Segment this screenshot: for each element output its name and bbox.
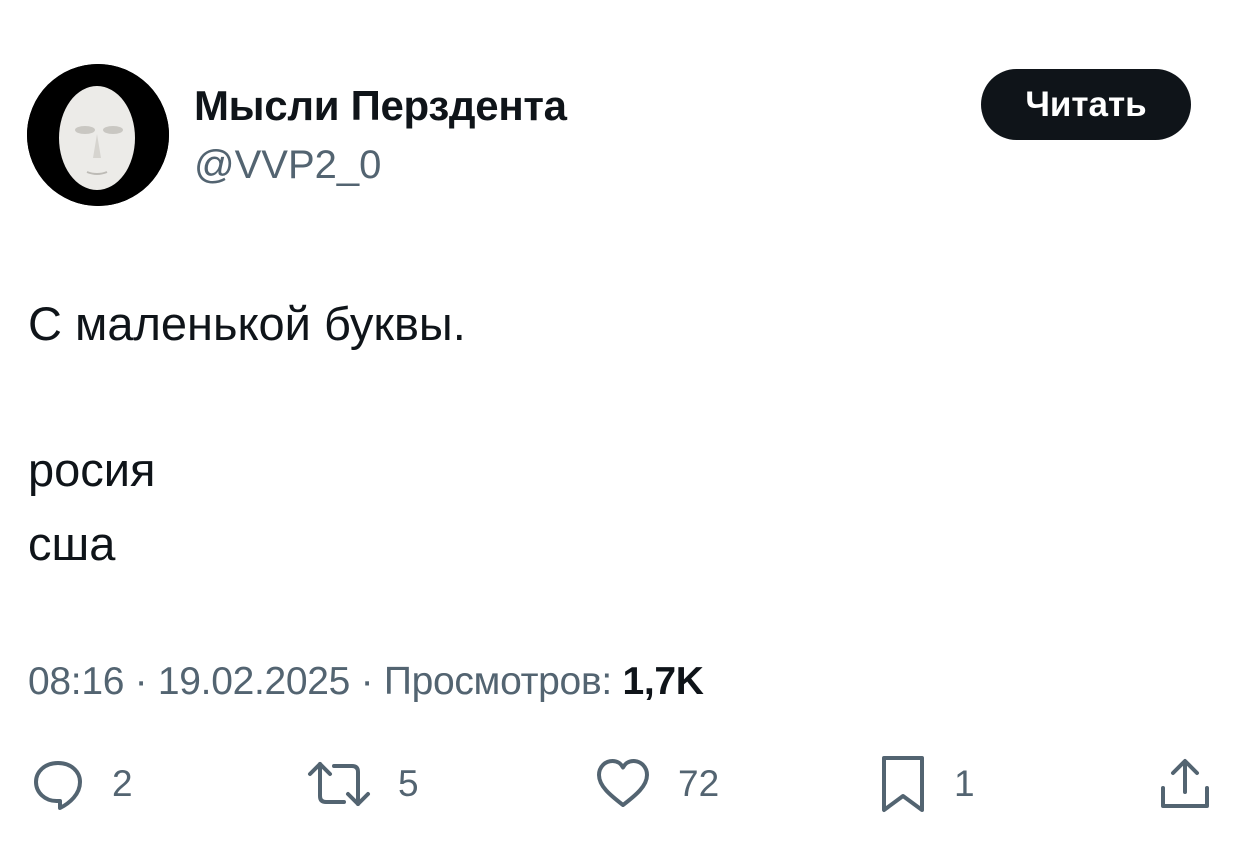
repost-count: 5: [398, 763, 419, 804]
tweet-text-line-2: росия: [28, 443, 156, 496]
tweet-text-line-1: С маленькой буквы.: [28, 297, 466, 350]
avatar[interactable]: [27, 64, 169, 206]
meta-separator: ·: [124, 660, 158, 703]
like-count: 72: [678, 763, 720, 804]
share-upload-icon: [1161, 759, 1209, 808]
follow-button[interactable]: Читать: [981, 69, 1191, 140]
face-mask-image: [27, 64, 169, 206]
author-name[interactable]: Мысли Перздента: [194, 82, 567, 130]
bookmark-count: 1: [954, 763, 975, 804]
views-count: 1,7K: [622, 660, 704, 703]
heart-icon: [597, 759, 649, 807]
author-handle[interactable]: @VVP2_0: [194, 143, 381, 188]
bookmark-icon: [882, 756, 924, 812]
reply-count: 2: [112, 763, 133, 804]
tweet-text-line-3: сша: [28, 517, 116, 570]
repost-arrows-icon: [308, 762, 370, 806]
tweet-time[interactable]: 08:16: [28, 660, 124, 703]
like-button[interactable]: 72: [594, 756, 719, 812]
repost-button[interactable]: 5: [306, 756, 419, 812]
tweet-meta: 08:16 · 19.02.2025 · Просмотров: 1,7K: [28, 660, 704, 704]
reply-button[interactable]: 2: [30, 756, 133, 812]
speech-bubble-icon: [34, 761, 82, 810]
views-label: Просмотров:: [383, 660, 612, 703]
bookmark-button[interactable]: 1: [878, 756, 975, 812]
meta-separator: ·: [350, 660, 384, 703]
tweet-date[interactable]: 19.02.2025: [158, 660, 351, 703]
share-button[interactable]: [1158, 756, 1212, 812]
